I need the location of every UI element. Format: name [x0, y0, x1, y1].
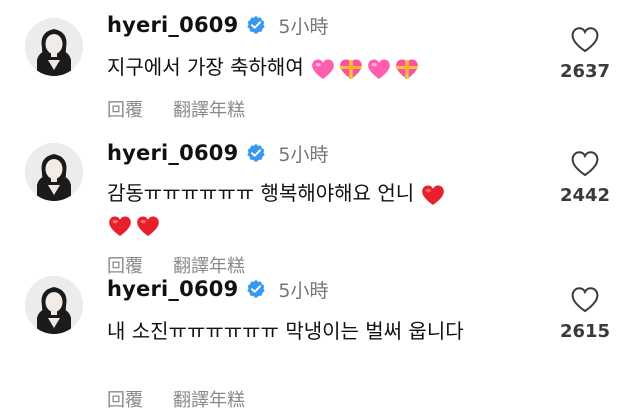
red-heart-emoji [135, 214, 161, 238]
comment-text-block: 지구에서 가장 축하해여 [107, 52, 532, 83]
reply-button[interactable]: 回覆 [107, 96, 143, 122]
pink-heart-emoji [366, 57, 392, 81]
comment-text-block: 감동ㅠㅠㅠㅠㅠㅠ 행복해야해요 언니 [107, 178, 532, 240]
red-heart-emoji [420, 183, 446, 207]
avatar[interactable] [25, 18, 83, 76]
timestamp: 5小時 [278, 279, 329, 302]
avatar[interactable] [25, 276, 83, 334]
red-heart-emoji [107, 214, 133, 238]
translate-button[interactable]: 翻譯年糕 [173, 96, 245, 122]
avatar[interactable] [25, 143, 83, 201]
reply-button[interactable]: 回覆 [107, 252, 143, 278]
verified-badge-icon [246, 15, 266, 35]
like-heart-icon[interactable] [570, 286, 600, 313]
emoji-row [107, 214, 163, 238]
reply-button[interactable]: 回覆 [107, 386, 143, 412]
username[interactable]: hyeri_0609 [107, 277, 238, 301]
translate-button[interactable]: 翻譯年糕 [173, 386, 245, 412]
emoji-row [420, 183, 448, 207]
comment-text: 지구에서 가장 축하해여 [107, 55, 304, 79]
pink-heart-emoji [310, 57, 336, 81]
verified-badge-icon [246, 279, 266, 299]
username[interactable]: hyeri_0609 [107, 13, 238, 37]
comment-text: 감동ㅠㅠㅠㅠㅠㅠ 행복해야해요 언니 [107, 181, 415, 205]
translate-button[interactable]: 翻譯年糕 [173, 252, 245, 278]
like-count: 2442 [559, 185, 611, 206]
like-count: 2637 [559, 61, 611, 82]
like-heart-icon[interactable] [570, 150, 600, 177]
comment-text-block: 내 소진ㅠㅠㅠㅠㅠㅠ 막냉이는 벌써 웁니다 [107, 316, 532, 347]
username[interactable]: hyeri_0609 [107, 141, 238, 165]
like-count: 2615 [559, 321, 611, 342]
timestamp: 5小時 [278, 15, 329, 38]
comment-text: 내 소진ㅠㅠㅠㅠㅠㅠ 막냉이는 벌써 웁니다 [107, 319, 464, 343]
heart-with-ribbon-emoji [394, 57, 420, 81]
timestamp: 5小時 [278, 143, 329, 166]
verified-badge-icon [246, 143, 266, 163]
like-heart-icon[interactable] [570, 26, 600, 53]
heart-with-ribbon-emoji [338, 57, 364, 81]
emoji-row [310, 57, 422, 81]
